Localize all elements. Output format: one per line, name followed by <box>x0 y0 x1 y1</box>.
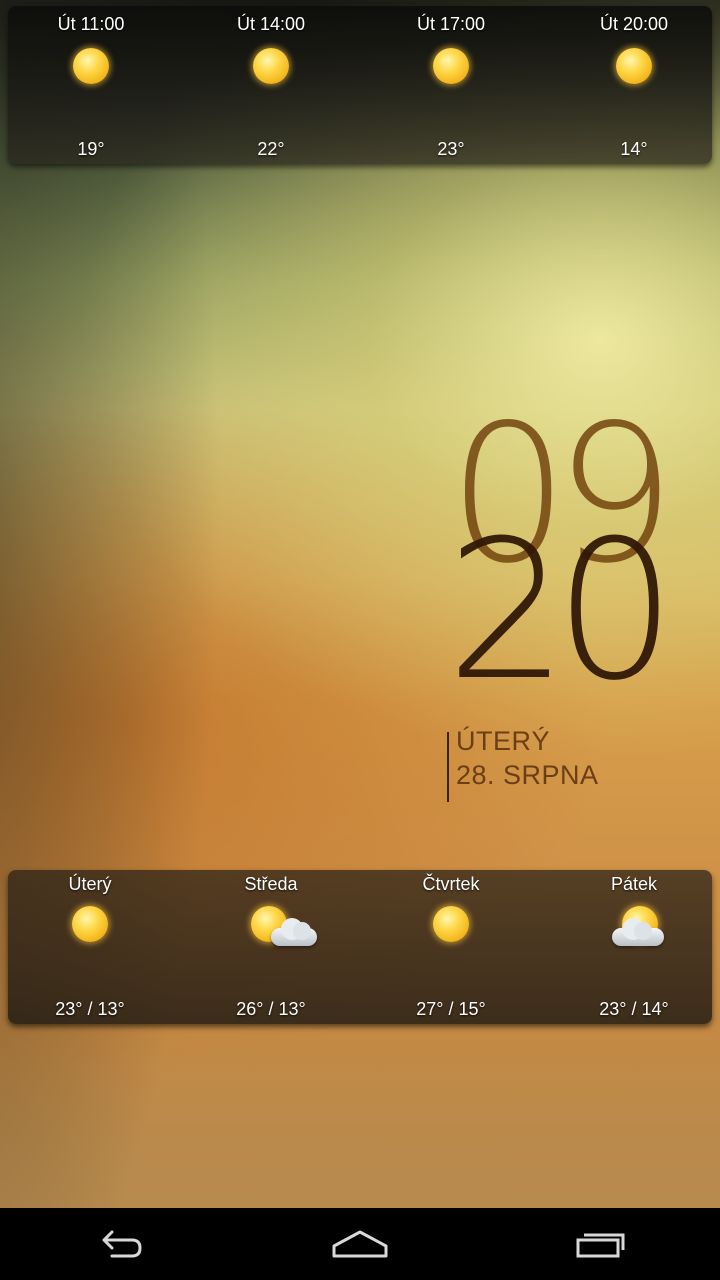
sun-icon <box>616 48 652 84</box>
hourly-forecast-item: Út 17:00 23° <box>361 6 541 164</box>
clock-minutes: 20 <box>446 500 676 723</box>
forecast-day: Středa <box>244 874 298 894</box>
hourly-forecast-item: Út 11:00 19° <box>1 6 181 164</box>
forecast-time: Út 14:00 <box>236 14 306 34</box>
daily-forecast-widget[interactable]: Úterý 23° / 13° Středa 26° / 13° Čtvrtek… <box>8 870 712 1024</box>
forecast-time: Út 11:00 <box>57 14 125 34</box>
forecast-temperature-range: 27° / 15° <box>416 999 486 1019</box>
sun-icon <box>433 48 469 84</box>
weekday-label: ÚTERÝ <box>456 726 551 756</box>
cloud-icon <box>612 918 664 946</box>
home-icon <box>332 1230 388 1258</box>
sun-icon <box>72 906 108 942</box>
daily-forecast-item: Středa 26° / 13° <box>181 870 361 1024</box>
forecast-temperature-range: 26° / 13° <box>236 999 306 1019</box>
forecast-day: Pátek <box>610 874 658 894</box>
forecast-temperature-range: 23° / 14° <box>599 999 669 1019</box>
forecast-day: Čtvrtek <box>422 874 480 894</box>
back-icon <box>102 1230 142 1258</box>
recent-apps-button[interactable] <box>542 1218 662 1270</box>
forecast-temperature: 23° <box>437 139 465 159</box>
recent-apps-icon <box>576 1233 625 1258</box>
home-button[interactable] <box>300 1218 420 1270</box>
date-divider <box>447 732 449 802</box>
forecast-temperature: 19° <box>77 139 105 159</box>
forecast-temperature-range: 23° / 13° <box>55 999 125 1019</box>
back-button[interactable] <box>60 1218 180 1270</box>
cloud-icon <box>271 918 317 946</box>
forecast-day: Úterý <box>68 874 112 894</box>
forecast-time: Út 20:00 <box>599 14 669 34</box>
navigation-bar <box>0 1208 720 1280</box>
forecast-temperature: 14° <box>620 139 648 159</box>
daily-forecast-item: Čtvrtek 27° / 15° <box>361 870 541 1024</box>
clock-widget[interactable]: 09 20 ÚTERÝ 28. SRPNA <box>440 400 700 820</box>
daily-forecast-item: Pátek 23° / 14° <box>544 870 720 1024</box>
date-label: 28. SRPNA <box>456 760 599 790</box>
daily-forecast-item: Úterý 23° / 13° <box>0 870 180 1024</box>
hourly-forecast-item: Út 14:00 22° <box>181 6 361 164</box>
hourly-forecast-widget[interactable]: Út 11:00 19° Út 14:00 22° Út 17:00 23° Ú… <box>8 6 712 164</box>
forecast-temperature: 22° <box>257 139 285 159</box>
hourly-forecast-item: Út 20:00 14° <box>544 6 720 164</box>
home-screen: Út 11:00 19° Út 14:00 22° Út 17:00 23° Ú… <box>0 0 720 1280</box>
sun-icon <box>433 906 469 942</box>
forecast-time: Út 17:00 <box>416 14 486 34</box>
sun-icon <box>253 48 289 84</box>
sun-icon <box>73 48 109 84</box>
